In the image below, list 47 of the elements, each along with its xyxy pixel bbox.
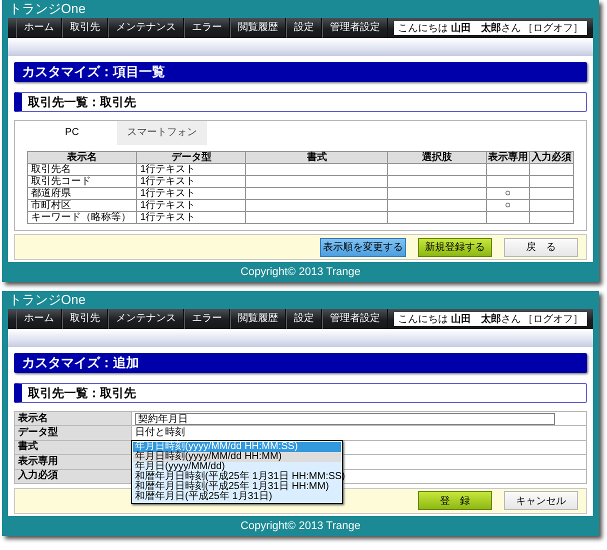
- column-header: 表示名: [28, 152, 137, 164]
- table-cell: 1行テキスト: [136, 212, 246, 224]
- logoff-link[interactable]: ［ログオフ］: [523, 312, 583, 326]
- field-label: 入力必須: [14, 469, 132, 484]
- dropdown-option[interactable]: 年月日時刻(yyyy/MM/dd HH:MM): [133, 452, 341, 462]
- dropdown-option[interactable]: 年月日(yyyy/MM/dd): [133, 462, 341, 472]
- column-header: 入力必須: [530, 152, 574, 164]
- field-label: 表示専用: [14, 454, 132, 470]
- field-label: データ型: [14, 426, 132, 440]
- table-cell: 1行テキスト: [136, 176, 246, 188]
- greeting-text: こんにちは 山田 太郎さん: [398, 312, 521, 326]
- action-button[interactable]: 表示順を変更する: [320, 238, 406, 256]
- column-header: 選択肢: [388, 152, 486, 164]
- dropdown-option[interactable]: 和暦年月日時刻(平成25年 1月31日 HH:MM): [133, 482, 341, 492]
- field-label: 書式: [14, 440, 132, 455]
- input-field[interactable]: 契約年月日: [135, 412, 555, 425]
- action-button[interactable]: 戻 る: [504, 238, 578, 256]
- action-button[interactable]: 登 録: [418, 491, 492, 510]
- table-cell: キーワード（略称等）: [28, 212, 137, 224]
- copyright-text: Copyright© 2013 Trange: [239, 265, 362, 280]
- app-title: トランジOne: [8, 291, 87, 309]
- table-cell: 取引先コード: [28, 176, 137, 188]
- dropdown-option[interactable]: 和暦年月日(平成25年 1月31日): [133, 492, 341, 502]
- table-cell: ○: [486, 200, 530, 212]
- table-cell: 1行テキスト: [136, 164, 246, 176]
- page-title: カスタマイズ：項目一覧: [14, 62, 587, 82]
- column-header: 表示専用: [486, 152, 530, 164]
- copyright-text: Copyright© 2013 Trange: [239, 518, 362, 534]
- table-cell: 市町村区: [28, 200, 137, 212]
- value-text: 日付と時刻: [135, 427, 185, 438]
- column-header: 書式: [246, 152, 388, 164]
- action-button[interactable]: キャンセル: [504, 491, 578, 510]
- table-cell: 1行テキスト: [136, 200, 246, 212]
- section-title: 取引先一覧：取引先: [14, 92, 587, 112]
- logoff-link[interactable]: ［ログオフ］: [523, 21, 583, 35]
- table-cell: ○: [486, 188, 530, 200]
- table-cell: 都道府県: [28, 188, 137, 200]
- table-cell: 1行テキスト: [136, 188, 246, 200]
- field-label: 表示名: [14, 412, 132, 426]
- tab[interactable]: スマートフォン: [117, 121, 207, 145]
- page-title: カスタマイズ：追加: [14, 353, 587, 373]
- column-header: データ型: [136, 152, 246, 164]
- section-title: 取引先一覧：取引先: [14, 383, 587, 403]
- app-title: トランジOne: [8, 0, 87, 18]
- action-button[interactable]: 新規登録する: [418, 238, 492, 256]
- greeting-text: こんにちは 山田 太郎さん: [398, 21, 521, 35]
- table-cell: 取引先名: [28, 164, 137, 176]
